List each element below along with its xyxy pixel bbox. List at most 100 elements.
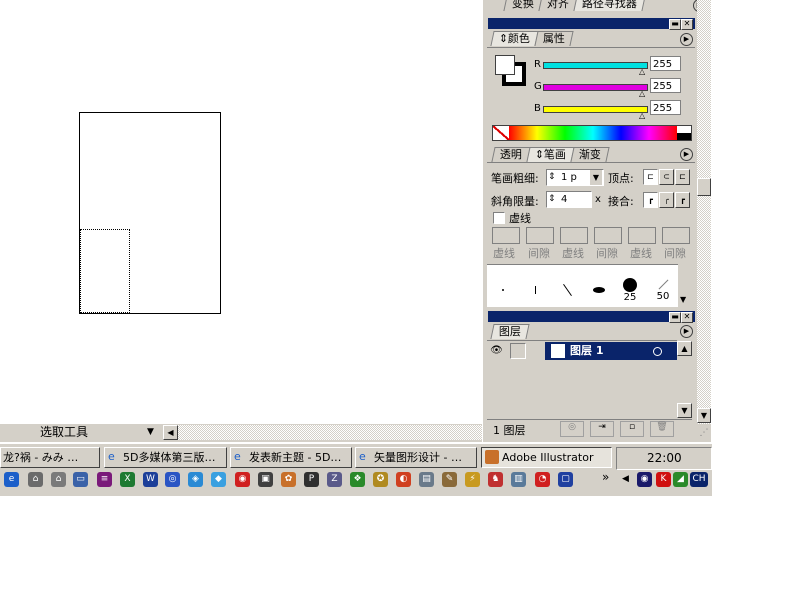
- layer-visibility-icon[interactable]: 👁: [489, 343, 504, 358]
- tab-stroke[interactable]: ⇕ 笔画: [526, 147, 575, 162]
- app-icon[interactable]: ◔: [535, 472, 550, 487]
- b-value-input[interactable]: 255: [650, 100, 681, 115]
- app-icon[interactable]: ▥: [511, 472, 526, 487]
- tab-transparency[interactable]: 透明: [491, 147, 531, 162]
- brush-line-diagonal[interactable]: [552, 276, 582, 304]
- miter-limit-field[interactable]: ⇕ 4: [546, 191, 592, 208]
- dash-field-2[interactable]: [560, 227, 588, 244]
- scroll-down-button[interactable]: ▼: [697, 408, 711, 423]
- chevron-down-icon[interactable]: ▼: [590, 170, 602, 185]
- slider-triangle-icon[interactable]: △: [639, 111, 645, 120]
- slider-triangle-icon[interactable]: △: [639, 89, 645, 98]
- vscroll-thumb[interactable]: [697, 178, 711, 196]
- fill-color-swatch[interactable]: [495, 55, 515, 75]
- round-cap-button[interactable]: ⊂: [659, 169, 674, 185]
- square-cap-button[interactable]: ⊏: [675, 169, 690, 185]
- brush-oval[interactable]: [584, 276, 614, 304]
- taskbar-button[interactable]: e 发表新主题 - 5D…: [230, 447, 352, 468]
- chevron-down-icon[interactable]: ▼: [680, 295, 686, 304]
- stroke-weight-field[interactable]: ⇕ 1 p ▼: [546, 169, 604, 186]
- chevron-down-icon[interactable]: ▼: [147, 425, 154, 440]
- delete-layer-icon[interactable]: 🗑: [650, 421, 674, 437]
- taskbar-button-active[interactable]: Adobe Illustrator: [481, 447, 612, 468]
- round-join-button[interactable]: ╭: [659, 192, 674, 208]
- r-value-input[interactable]: 255: [650, 56, 681, 71]
- app-icon[interactable]: ◉: [235, 472, 250, 487]
- speaker-icon[interactable]: ◀: [618, 472, 633, 487]
- color-panel-menu-icon[interactable]: ▶: [680, 33, 693, 46]
- my-computer-icon[interactable]: ▭: [73, 472, 88, 487]
- brush-round-25[interactable]: 25: [615, 276, 645, 304]
- tab-align[interactable]: 对齐: [538, 0, 578, 11]
- g-slider[interactable]: [543, 84, 648, 91]
- layer-row[interactable]: 图层 1: [545, 342, 677, 360]
- app-icon[interactable]: ◎: [165, 472, 180, 487]
- app-icon[interactable]: ◆: [211, 472, 226, 487]
- stepper-icon[interactable]: ⇕: [548, 192, 556, 207]
- color-spectrum-bar[interactable]: [492, 125, 692, 141]
- app-icon[interactable]: ⚡: [465, 472, 480, 487]
- color-panel-titlebar[interactable]: [488, 18, 695, 29]
- close-icon[interactable]: ✕: [681, 312, 693, 323]
- slider-triangle-icon[interactable]: △: [639, 67, 645, 76]
- make-clipping-mask-icon[interactable]: ◎: [560, 421, 584, 437]
- r-slider[interactable]: [543, 62, 648, 69]
- brush-line-vertical[interactable]: [520, 276, 550, 304]
- app-icon[interactable]: ▣: [258, 472, 273, 487]
- tab-gradient[interactable]: 渐变: [570, 147, 610, 162]
- word-icon[interactable]: W: [143, 472, 158, 487]
- close-icon[interactable]: ✕: [681, 19, 693, 30]
- hscroll-track[interactable]: [178, 425, 482, 440]
- show-more-icon[interactable]: »: [602, 470, 609, 484]
- tray-icon[interactable]: K: [656, 472, 671, 487]
- tab-layers[interactable]: 图层: [490, 324, 530, 339]
- layer-lock-toggle[interactable]: [510, 343, 526, 359]
- miter-join-button[interactable]: ┏: [643, 192, 658, 208]
- illustrator-icon[interactable]: ✿: [281, 472, 296, 487]
- scroll-left-button[interactable]: ◀: [163, 425, 178, 440]
- tab-pathfinder[interactable]: 路径寻找器: [573, 0, 646, 11]
- new-layer-icon[interactable]: ▫: [620, 421, 644, 437]
- winrar-icon[interactable]: ≡: [97, 472, 112, 487]
- spectrum-gradient[interactable]: [509, 126, 677, 140]
- app-icon[interactable]: ▤: [419, 472, 434, 487]
- app-icon[interactable]: ◈: [188, 472, 203, 487]
- app-icon[interactable]: ❖: [350, 472, 365, 487]
- tray-icon[interactable]: ◢: [673, 472, 688, 487]
- layer-target-icon[interactable]: [653, 347, 662, 356]
- black-white-swatch[interactable]: [677, 126, 691, 140]
- dash-field-3[interactable]: [628, 227, 656, 244]
- minimize-icon[interactable]: ▬: [669, 312, 681, 323]
- layers-panel-titlebar[interactable]: [488, 311, 695, 322]
- brush-thin-50[interactable]: 50: [648, 276, 678, 304]
- layers-panel-menu-icon[interactable]: ▶: [680, 325, 693, 338]
- scroll-up-button[interactable]: ▲: [677, 341, 692, 356]
- brushes-scrollbar[interactable]: ▼: [678, 264, 692, 306]
- taskbar-button[interactable]: e 矢量图形设计 - …: [355, 447, 477, 468]
- tool-status-select[interactable]: 选取工具 ▼: [0, 425, 164, 440]
- brush-dot-small[interactable]: [488, 276, 518, 304]
- excel-icon[interactable]: X: [120, 472, 135, 487]
- minimize-icon[interactable]: ▬: [669, 19, 681, 30]
- app-icon[interactable]: ◐: [396, 472, 411, 487]
- language-indicator[interactable]: CH: [690, 472, 708, 487]
- dash-field-1[interactable]: [492, 227, 520, 244]
- tab-transform[interactable]: 变换: [503, 0, 543, 11]
- new-sublayer-icon[interactable]: ⇥: [590, 421, 614, 437]
- network-icon[interactable]: ⌂: [28, 472, 43, 487]
- taskbar-button[interactable]: e 5D多媒体第三版…: [104, 447, 227, 468]
- none-color-swatch[interactable]: [493, 126, 509, 140]
- butt-cap-button[interactable]: ⊏: [643, 169, 658, 185]
- tab-color[interactable]: ⇕ 颜色: [490, 31, 539, 46]
- app-icon[interactable]: ♞: [488, 472, 503, 487]
- resize-grip[interactable]: ⋰: [697, 424, 711, 442]
- app-icon[interactable]: ▢: [558, 472, 573, 487]
- explorer-icon[interactable]: ⌂: [51, 472, 66, 487]
- bevel-join-button[interactable]: ┏: [675, 192, 690, 208]
- b-slider[interactable]: [543, 106, 648, 113]
- app-icon[interactable]: ✪: [373, 472, 388, 487]
- stepper-icon[interactable]: ⇕: [548, 170, 556, 185]
- tray-icon[interactable]: ◉: [637, 472, 652, 487]
- dashed-line-checkbox[interactable]: [493, 212, 505, 224]
- app-icon[interactable]: Z: [327, 472, 342, 487]
